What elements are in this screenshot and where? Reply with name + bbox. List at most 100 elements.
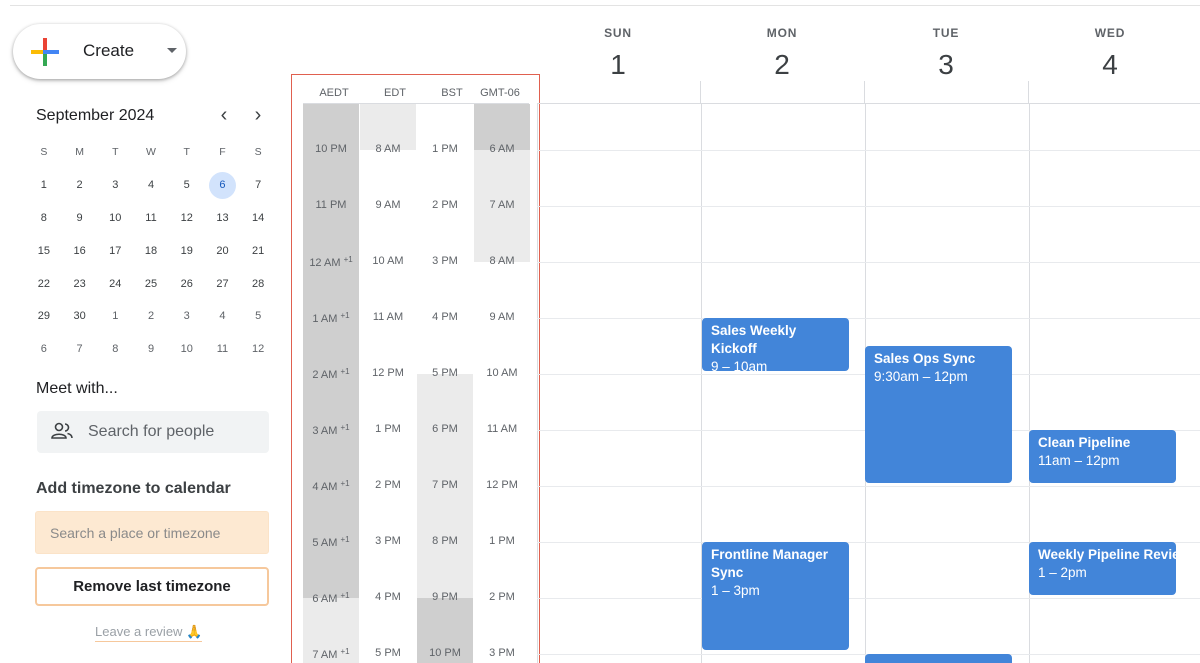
prev-month-button[interactable]: ‹ (214, 105, 234, 126)
next-month-button[interactable]: › (248, 105, 268, 126)
mini-calendar-today[interactable]: 6 (205, 171, 241, 200)
mini-calendar-day[interactable]: 12 (240, 335, 276, 363)
mini-calendar-title: September 2024 (36, 107, 155, 124)
event-sales-weekly-kickoff[interactable]: Sales Weekly Kickoff 9 – 10am (702, 318, 849, 371)
mini-calendar-day[interactable]: 25 (133, 270, 169, 298)
mini-calendar-day[interactable]: 1 (26, 171, 62, 199)
mini-calendar-day[interactable]: 28 (240, 270, 276, 298)
mini-calendar-day[interactable]: 22 (26, 270, 62, 298)
timezone-hour-label: 12 AM +1 (309, 255, 353, 269)
mini-calendar-day[interactable]: 11 (205, 335, 241, 363)
timezone-hour-label: 10 AM (372, 255, 404, 267)
timezone-hour-label: 10 PM (315, 143, 347, 155)
timezone-hour-label: 9 AM (375, 199, 401, 211)
people-icon (51, 422, 73, 439)
mini-calendar-day[interactable]: 9 (62, 204, 98, 232)
mini-calendar-day[interactable]: 19 (169, 237, 205, 265)
timezone-hour-label: 2 PM (489, 591, 515, 603)
timezone-hour-label: 8 PM (432, 535, 458, 547)
timezone-hour-label: 4 PM (432, 311, 458, 323)
mini-calendar-day[interactable]: 26 (169, 270, 205, 298)
mini-calendar-day[interactable]: 16 (62, 237, 98, 265)
mini-calendar-day[interactable]: 2 (133, 302, 169, 330)
day-name: SUN (604, 26, 632, 40)
mini-calendar-day[interactable]: 15 (26, 237, 62, 265)
day-header-wed[interactable]: WED 4 (1028, 26, 1192, 81)
mini-calendar-day[interactable]: 24 (97, 270, 133, 298)
timezone-header-aedt: AEDT (319, 87, 349, 99)
mini-calendar-day[interactable]: 30 (62, 302, 98, 330)
day-name: TUE (932, 26, 960, 40)
mini-calendar-day[interactable]: 9 (133, 335, 169, 363)
timezone-column-gmt06 (474, 104, 530, 663)
day-header-sun[interactable]: SUN 1 (536, 26, 700, 81)
mini-calendar-day[interactable]: 7 (62, 335, 98, 363)
search-people-placeholder: Search for people (88, 423, 215, 440)
day-header-mon[interactable]: MON 2 (700, 26, 864, 81)
next-day-marker: +1 (340, 535, 350, 544)
remove-timezone-button[interactable]: Remove last timezone (35, 567, 269, 606)
mini-calendar-day[interactable]: 8 (26, 204, 62, 232)
create-button[interactable]: Create (13, 24, 186, 79)
day-header-tue[interactable]: TUE 3 (864, 26, 1028, 81)
search-people-field[interactable]: Search for people (37, 411, 269, 453)
event-weekly-pipeline-review[interactable]: Weekly Pipeline Review 1 – 2pm (1029, 542, 1176, 595)
timezone-column-aedt (303, 104, 359, 663)
timezone-search-input[interactable] (35, 511, 269, 554)
mini-calendar-day[interactable]: 20 (205, 237, 241, 265)
timezone-hour-label: 2 AM +1 (312, 367, 350, 381)
timezone-hour-label: 3 PM (489, 647, 515, 659)
timezone-hour-label: 10 PM (429, 647, 461, 659)
mini-calendar-day[interactable]: 4 (133, 171, 169, 199)
mini-calendar-week: 29 30 1 2 3 4 5 (26, 300, 276, 333)
mini-calendar-day[interactable]: 29 (26, 302, 62, 330)
weekday-label: T (112, 146, 119, 159)
event-time: 9:30am – 12pm (874, 369, 968, 384)
add-timezone-heading: Add timezone to calendar (36, 480, 231, 497)
timezone-hour-label: 5 PM (375, 647, 401, 659)
mini-calendar-day[interactable]: 3 (169, 302, 205, 330)
mini-calendar-day[interactable]: 2 (62, 171, 98, 199)
hour-gridline (537, 486, 1200, 487)
header-divider (864, 81, 865, 103)
event-time: 11am – 12pm (1038, 453, 1120, 468)
mini-calendar-day[interactable]: 10 (169, 335, 205, 363)
weekday-header-row: S M T W T F S (26, 136, 276, 169)
leave-review-link[interactable]: Leave a review 🙏 (95, 624, 203, 642)
mini-calendar-day[interactable]: 17 (97, 237, 133, 265)
event-frontline-manager-sync[interactable]: Frontline Manager Sync 1 – 3pm (702, 542, 849, 650)
mini-calendar-day[interactable]: 27 (205, 270, 241, 298)
mini-calendar-day[interactable]: 8 (97, 335, 133, 363)
timezone-hour-label: 7 AM (489, 199, 515, 211)
mini-calendar-day[interactable]: 14 (240, 204, 276, 232)
timezone-hour-label: 1 PM (432, 143, 458, 155)
event-partial[interactable] (865, 654, 1012, 663)
mini-calendar-day[interactable]: 21 (240, 237, 276, 265)
mini-calendar-day[interactable]: 23 (62, 270, 98, 298)
timezone-hour-label: 3 PM (375, 535, 401, 547)
mini-calendar-day[interactable]: 18 (133, 237, 169, 265)
mini-calendar-week: 8 9 10 11 12 13 14 (26, 202, 276, 235)
timezone-hour-label: 11 AM (486, 423, 518, 435)
mini-calendar-day[interactable]: 12 (169, 204, 205, 232)
mini-calendar-day[interactable]: 3 (97, 171, 133, 199)
create-label: Create (83, 41, 135, 60)
mini-calendar-day[interactable]: 1 (97, 302, 133, 330)
chevron-down-icon (167, 48, 177, 53)
event-title: Weekly Pipeline Review (1038, 547, 1176, 562)
weekday-label: F (219, 146, 226, 159)
mini-calendar-day[interactable]: 5 (169, 171, 205, 199)
weekday-label: T (183, 146, 190, 159)
event-sales-ops-sync[interactable]: Sales Ops Sync 9:30am – 12pm (865, 346, 1012, 483)
mini-calendar-day[interactable]: 13 (205, 204, 241, 232)
mini-calendar-day[interactable]: 6 (26, 335, 62, 363)
mini-calendar-day[interactable]: 7 (240, 171, 276, 199)
day-number: 4 (1102, 49, 1118, 80)
mini-calendar-day[interactable]: 10 (97, 204, 133, 232)
mini-calendar-day[interactable]: 11 (133, 204, 169, 232)
timezone-hour-label: 5 PM (432, 367, 458, 379)
event-time: 1 – 2pm (1038, 565, 1087, 580)
mini-calendar-day[interactable]: 4 (205, 302, 241, 330)
mini-calendar-day[interactable]: 5 (240, 302, 276, 330)
event-clean-pipeline[interactable]: Clean Pipeline 11am – 12pm (1029, 430, 1176, 483)
